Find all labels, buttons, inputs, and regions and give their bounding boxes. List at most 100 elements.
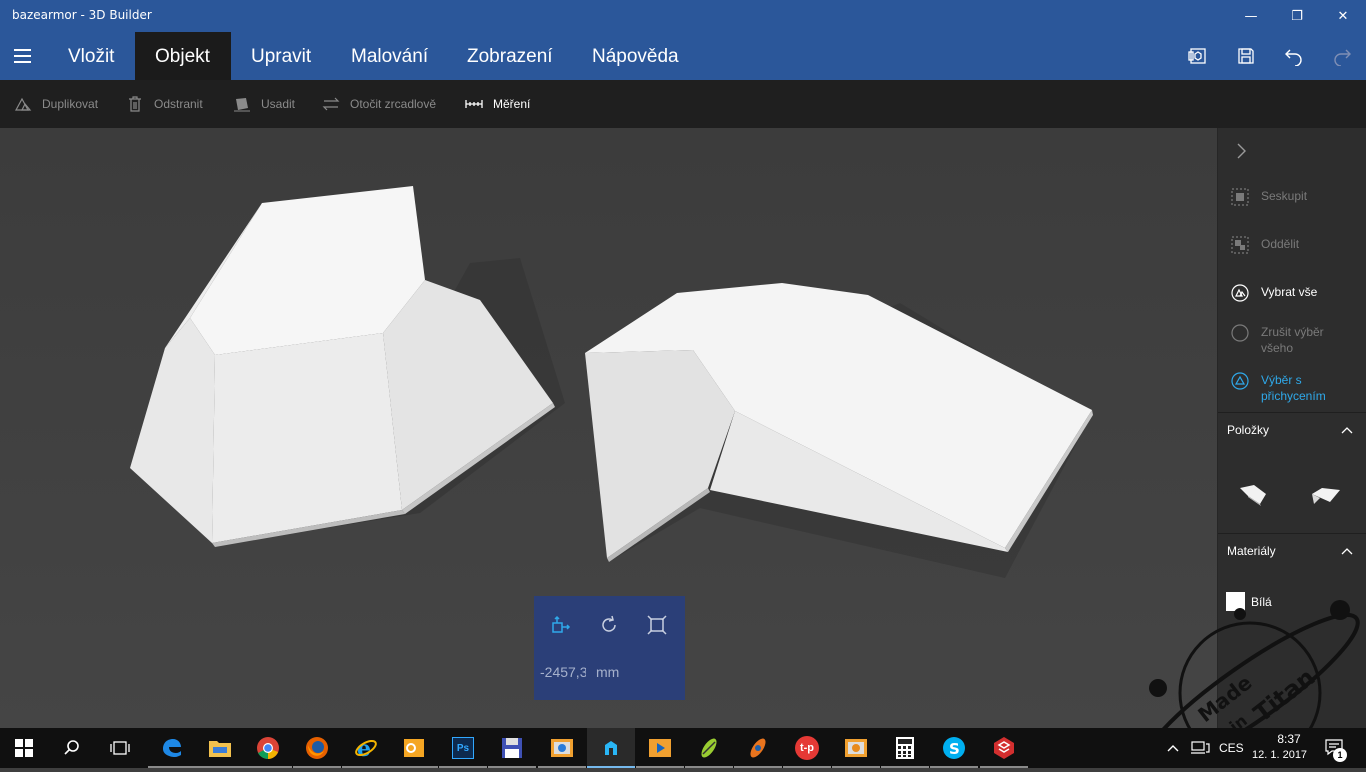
- hamburger-menu-icon[interactable]: [0, 32, 44, 80]
- items-section-header[interactable]: Položky: [1218, 412, 1366, 452]
- swirl-app-icon[interactable]: [685, 728, 733, 768]
- mirror-label: Otočit zrcadlově: [350, 97, 437, 111]
- item-thumbnail-2[interactable]: [1304, 480, 1348, 510]
- maximize-icon: ❐: [1291, 8, 1303, 24]
- close-icon: ✕: [1337, 8, 1349, 24]
- calculator-icon[interactable]: [881, 728, 929, 768]
- photoshop-icon[interactable]: Ps: [439, 728, 487, 768]
- svg-text:S: S: [949, 740, 960, 758]
- chevron-up-icon: [1341, 546, 1353, 560]
- chevron-up-icon: [1341, 425, 1353, 439]
- edge-icon[interactable]: [148, 728, 196, 768]
- firefox-icon[interactable]: [293, 728, 341, 768]
- tab-napoveda[interactable]: Nápověda: [572, 32, 699, 80]
- measure-label: Měření: [493, 97, 531, 111]
- deselect-all-label: Zrušit výběr všeho: [1261, 325, 1324, 355]
- chevron-up-icon[interactable]: [1166, 740, 1180, 759]
- rotate-icon[interactable]: [598, 614, 620, 636]
- photoshop-badge: Ps: [452, 737, 474, 759]
- close-button[interactable]: ✕: [1320, 0, 1366, 32]
- delete-button[interactable]: Odstranit: [126, 80, 203, 128]
- undo-icon[interactable]: [1280, 42, 1308, 70]
- clock-date[interactable]: 12. 1. 2017: [1252, 749, 1307, 761]
- notifications-count: 1: [1333, 748, 1347, 762]
- object-toolbar: Duplikovat Odstranit Usadit Otočit zrcad…: [0, 80, 1366, 128]
- chrome-icon[interactable]: [244, 728, 292, 768]
- duplicate-button[interactable]: Duplikovat: [14, 80, 98, 128]
- windows-taskbar: e Ps t-p S CES 8:37 12. 1. 2017 1: [0, 728, 1366, 768]
- tp-app-icon[interactable]: t-p: [783, 728, 831, 768]
- ungroup-label: Oddělit: [1261, 237, 1300, 251]
- group-icon: [1231, 188, 1249, 206]
- internet-explorer-icon[interactable]: e: [342, 728, 390, 768]
- menu-bar: Vložit Objekt Upravit Malování Zobrazení…: [0, 32, 1366, 80]
- tab-malovani[interactable]: Malování: [331, 32, 448, 80]
- task-view-icon[interactable]: [96, 728, 144, 768]
- clock-time[interactable]: 8:37: [1267, 732, 1311, 746]
- trash-icon: [129, 96, 141, 112]
- item-thumbnail-1[interactable]: [1234, 480, 1278, 510]
- chevron-right-icon[interactable]: [1234, 142, 1248, 164]
- duplicate-label: Duplikovat: [42, 97, 99, 111]
- material-swatch: [1226, 592, 1245, 611]
- snap-select-label: Výběr s přichycením: [1261, 373, 1326, 403]
- snap-select-icon: [1231, 372, 1249, 390]
- settle-icon: [234, 98, 250, 112]
- measure-icon: [465, 100, 483, 108]
- side-panel: Seskupit Oddělit Vybrat vše Zrušit výběr…: [1217, 128, 1366, 728]
- material-item[interactable]: Bílá: [1226, 592, 1272, 611]
- save-disk-icon[interactable]: [488, 728, 536, 768]
- select-all-button[interactable]: Vybrat vše: [1218, 284, 1366, 302]
- transform-popup: -2457,3 mm: [534, 596, 685, 700]
- minimize-icon: —: [1244, 8, 1258, 24]
- outlook-icon[interactable]: [390, 728, 438, 768]
- ungroup-button[interactable]: Oddělit: [1218, 236, 1366, 254]
- sketchup-icon[interactable]: [980, 728, 1028, 768]
- network-icon[interactable]: [1190, 738, 1210, 760]
- scale-icon[interactable]: [646, 614, 668, 636]
- settle-button[interactable]: Usadit: [233, 80, 295, 128]
- language-indicator[interactable]: CES: [1219, 741, 1244, 755]
- select-all-label: Vybrat vše: [1261, 285, 1318, 299]
- media-player-icon[interactable]: [636, 728, 684, 768]
- items-header-label: Položky: [1227, 423, 1270, 437]
- tab-vlozit[interactable]: Vložit: [48, 32, 134, 80]
- tab-zobrazeni[interactable]: Zobrazení: [447, 32, 573, 80]
- image-app-icon[interactable]: [832, 728, 880, 768]
- photo-viewer-icon[interactable]: [538, 728, 586, 768]
- skype-icon[interactable]: S: [930, 728, 978, 768]
- 3d-builder-icon[interactable]: [587, 728, 635, 768]
- deselect-all-button[interactable]: Zrušit výběr všeho: [1218, 324, 1366, 356]
- mirror-icon: [322, 97, 340, 111]
- measure-button[interactable]: Měření: [465, 80, 530, 128]
- window-title: bazearmor - 3D Builder: [12, 8, 152, 22]
- blender-icon[interactable]: [734, 728, 782, 768]
- file-explorer-icon[interactable]: [196, 728, 244, 768]
- group-label: Seskupit: [1261, 189, 1308, 203]
- group-button[interactable]: Seskupit: [1218, 188, 1366, 206]
- position-input[interactable]: -2457,3: [540, 664, 586, 680]
- search-icon[interactable]: [48, 728, 96, 768]
- snap-select-button[interactable]: Výběr s přichycením: [1218, 372, 1366, 404]
- minimize-button[interactable]: —: [1228, 0, 1274, 32]
- settle-label: Usadit: [261, 97, 296, 111]
- position-unit: mm: [596, 664, 620, 680]
- title-bar: bazearmor - 3D Builder — ❐ ✕: [0, 0, 1366, 32]
- ungroup-icon: [1231, 236, 1249, 254]
- maximize-button[interactable]: ❐: [1274, 0, 1320, 32]
- duplicate-icon: [14, 97, 32, 111]
- select-all-icon: [1231, 284, 1249, 302]
- tab-objekt[interactable]: Objekt: [135, 32, 231, 80]
- tp-badge: t-p: [795, 736, 819, 760]
- deselect-icon: [1231, 324, 1249, 342]
- 3d-view-icon[interactable]: [1184, 42, 1212, 70]
- tab-upravit[interactable]: Upravit: [231, 32, 331, 80]
- redo-icon[interactable]: [1328, 42, 1356, 70]
- start-icon[interactable]: [0, 728, 48, 768]
- materials-section-header[interactable]: Materiály: [1218, 533, 1366, 573]
- save-icon[interactable]: [1232, 42, 1260, 70]
- mirror-button[interactable]: Otočit zrcadlově: [322, 80, 436, 128]
- move-icon[interactable]: [550, 614, 572, 636]
- materials-header-label: Materiály: [1227, 544, 1276, 558]
- delete-label: Odstranit: [154, 97, 203, 111]
